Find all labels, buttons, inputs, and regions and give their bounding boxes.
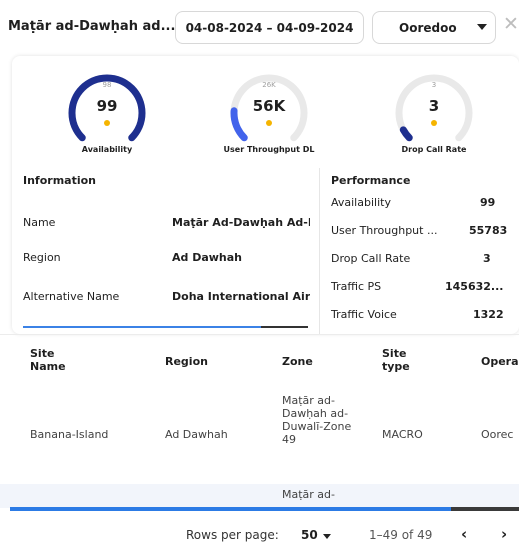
gauge-indicator — [104, 120, 110, 126]
performance-heading: Performance — [331, 174, 411, 187]
perf-value-traffic-ps: 145632... — [445, 280, 504, 293]
gauge-indicator — [431, 120, 437, 126]
column-header-region[interactable]: Region — [165, 355, 208, 368]
table-row[interactable]: Banana-Island Ad Dawhah Maṭār ad-Dawḥah … — [0, 386, 519, 484]
chevron-left-icon[interactable]: ‹ — [461, 525, 467, 543]
gauge-max: 3 — [431, 81, 437, 89]
gauge-user-throughput: 26K 56K User Throughput DL — [209, 56, 329, 156]
perf-value-availability: 99 — [480, 196, 496, 209]
perf-label-user-throughput: User Throughput ... — [331, 224, 438, 237]
column-header-zone[interactable]: Zone — [282, 355, 313, 368]
info-value-alternative-name: Doha International Airport — [172, 290, 310, 303]
column-header-site-name[interactable]: Site Name — [30, 347, 66, 373]
perf-value-drop-call-rate: 3 — [483, 252, 491, 265]
site-summary-card: 98 99 Availability 26K 56K User Throughp… — [12, 56, 519, 334]
info-label-region: Region — [23, 251, 61, 264]
gauge-max: 98 — [102, 81, 112, 89]
operator-select[interactable]: Ooredoo — [372, 11, 496, 44]
gauge-indicator — [266, 120, 272, 126]
date-range-picker[interactable]: 04-08-2024 – 04-09-2024 — [175, 11, 364, 44]
perf-label-availability: Availability — [331, 196, 391, 209]
gauge-label: Drop Call Rate — [401, 145, 467, 154]
cell-zone: Maṭār ad- — [282, 488, 335, 501]
location-title: Maṭār ad-Dawḥah ad... — [8, 19, 176, 34]
operator-select-value: Ooredoo — [399, 20, 457, 35]
date-range-text: 04-08-2024 – 04-09-2024 — [185, 20, 354, 35]
gauge-label: User Throughput DL — [223, 145, 315, 154]
info-scrollbar-thumb[interactable] — [261, 326, 308, 328]
info-label-alternative-name: Alternative Name — [23, 290, 120, 303]
gauge-value: 3 — [428, 97, 440, 115]
perf-label-traffic-voice: Traffic Voice — [331, 308, 397, 321]
cell-operator: Oorec — [481, 428, 514, 441]
info-label-name: Name — [23, 216, 56, 229]
chevron-down-icon[interactable] — [323, 534, 331, 539]
section-divider — [319, 168, 320, 334]
gauge-drop-call-rate: 3 3 Drop Call Rate — [374, 56, 494, 156]
rows-per-page-label: Rows per page: — [186, 528, 279, 542]
chevron-down-icon — [477, 24, 487, 30]
table-horizontal-scrollbar[interactable] — [10, 507, 519, 511]
info-value-name: Maṭār Ad-Dawḥah Ad-Duwalī — [172, 216, 310, 229]
perf-value-user-throughput: 55783 — [469, 224, 508, 237]
cell-site-name: Banana-Island — [30, 428, 109, 441]
information-heading: Information — [23, 174, 96, 187]
top-bar: Maṭār ad-Dawḥah ad... 04-08-2024 – 04-09… — [0, 0, 519, 56]
pagination-range: 1–49 of 49 — [369, 528, 433, 542]
perf-label-traffic-ps: Traffic PS — [331, 280, 382, 293]
gauge-availability: 98 99 Availability — [47, 56, 167, 156]
gauge-value: 56K — [252, 97, 286, 115]
gauge-label: Availability — [81, 145, 133, 154]
column-header-operator[interactable]: Opera — [481, 355, 519, 368]
perf-value-traffic-voice: 1322 — [473, 308, 504, 321]
column-header-site-type[interactable]: Site type — [382, 347, 410, 373]
cell-zone: Maṭār ad-Dawḥah ad-Duwalī-Zone 49 — [282, 394, 352, 446]
cell-site-type: MACRO — [382, 428, 423, 441]
table-scrollbar-thumb[interactable] — [451, 507, 519, 511]
gauge-max: 26K — [262, 81, 276, 89]
sites-table-header: Site Name Region Zone Site type Opera — [0, 334, 519, 386]
table-row[interactable]: Maṭār ad- — [0, 484, 519, 508]
gauge-value: 99 — [96, 97, 118, 115]
cell-region: Ad Dawhah — [165, 428, 228, 441]
rows-per-page-select[interactable]: 50 — [301, 528, 318, 542]
perf-label-drop-call-rate: Drop Call Rate — [331, 252, 411, 265]
info-value-region: Ad Dawhah — [172, 251, 243, 264]
chevron-right-icon[interactable]: › — [501, 525, 507, 543]
close-icon[interactable]: ✕ — [503, 13, 519, 35]
